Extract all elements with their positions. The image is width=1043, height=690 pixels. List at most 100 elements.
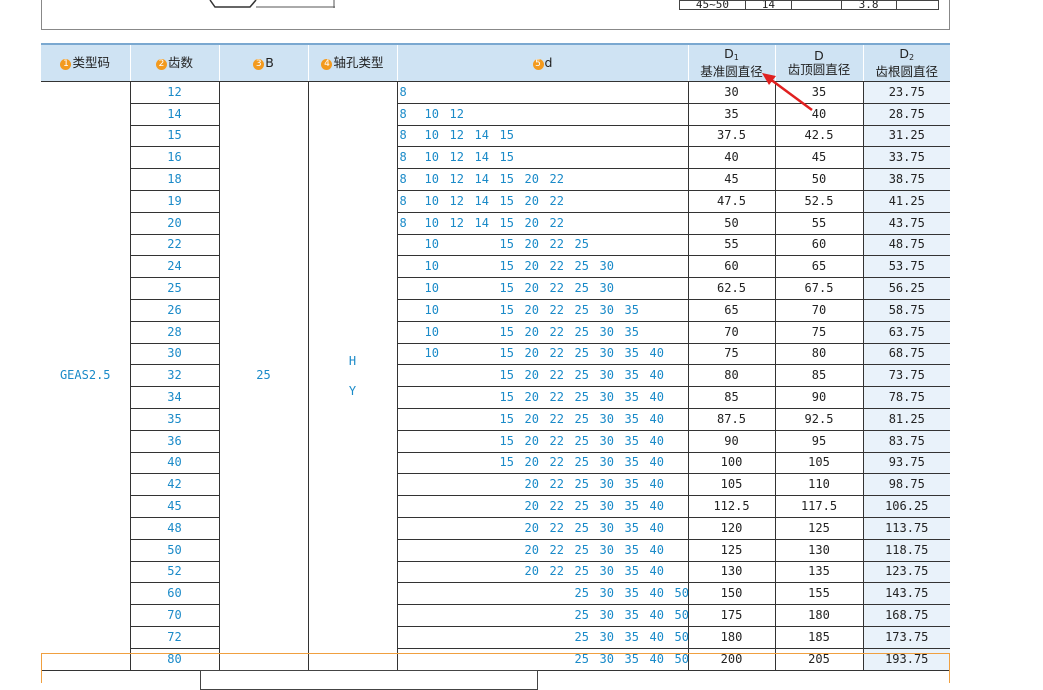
da-cell: 130	[775, 539, 864, 562]
header-df: D2 齿根圆直径	[863, 43, 950, 82]
df-cell: 38.75	[863, 168, 950, 191]
bore-value: 22	[549, 520, 564, 535]
bore-value: 40	[649, 499, 664, 514]
bore-value: 14	[474, 150, 489, 165]
bore-value: 12	[449, 193, 464, 208]
bore-value: 15	[499, 368, 514, 383]
bore-value: 22	[549, 237, 564, 252]
teeth-count-cell: 72	[129, 626, 220, 649]
table-row: 72 25 30 35 40 50 180 185 173.75	[41, 626, 950, 649]
df-cell: 93.75	[863, 452, 950, 475]
da-cell: 92.5	[775, 408, 864, 431]
bore-value: 30	[599, 629, 614, 644]
teeth-count-cell: 45	[129, 495, 220, 518]
bore-value: 35	[624, 411, 639, 426]
bore-options-cell: 8 10 12 14 15	[397, 146, 689, 170]
bore-value: 40	[649, 411, 664, 426]
bore-value: 22	[549, 433, 564, 448]
header-teeth: 2 齿数	[130, 43, 220, 82]
df-cell: 98.75	[863, 473, 950, 497]
bore-value: 40	[649, 520, 664, 535]
bore-value: 22	[549, 455, 564, 470]
gear-drawing-fragment	[209, 0, 335, 8]
bore-value: 25	[574, 390, 589, 405]
bore-value: 20	[524, 172, 539, 187]
bore-value: 20	[524, 411, 539, 426]
bore-value: 22	[549, 346, 564, 361]
bore-options-cell: 10 15 20 22 25 30	[397, 277, 689, 300]
table-row: 19 8 10 12 14 15 20 22 47.5 52.5 41.25	[41, 190, 950, 213]
table-row: 22 10 15 20 22 25 55 60 48.75	[41, 234, 950, 257]
d1-cell: 112.5	[688, 495, 776, 518]
da-cell: 110	[775, 473, 864, 497]
bore-value: 35	[624, 499, 639, 514]
header-label: 齿顶圆直径	[787, 62, 851, 77]
bore-options-cell: 25 30 35 40 50	[397, 582, 689, 606]
header-row: 1 类型码 2 齿数 3B 4 轴孔类型 5d D1 基准圆直径 D 齿顶圆直径 D2 齿根…	[41, 43, 950, 82]
bore-value: 10	[424, 128, 439, 143]
bore-value: 25	[574, 368, 589, 383]
d1-cell: 100	[688, 452, 776, 475]
bore-value: 30	[599, 346, 614, 361]
bore-value: 10	[424, 237, 439, 252]
bore-value: 14	[474, 128, 489, 143]
bore-value: 40	[649, 455, 664, 470]
bore-value: 15	[499, 128, 514, 143]
bore-value: 30	[599, 542, 614, 557]
bore-value: 10	[424, 324, 439, 339]
bore-value: 40	[649, 368, 664, 383]
header-type-code: 1 类型码	[41, 43, 131, 82]
teeth-count-cell: 32	[129, 364, 220, 388]
bore-value: 22	[549, 193, 564, 208]
teeth-count-cell: 15	[129, 125, 220, 148]
teeth-count-cell: 42	[129, 473, 220, 497]
df-cell: 118.75	[863, 539, 950, 562]
bore-value: 30	[599, 455, 614, 470]
bore-options-cell: 20 22 25 30 35 40	[397, 495, 689, 518]
bore-options-cell: 8 10 12	[397, 103, 689, 126]
bore-value: 10	[424, 150, 439, 165]
bore-value: 25	[574, 586, 589, 601]
bore-value: 35	[624, 520, 639, 535]
header-label: 轴孔类型	[333, 55, 384, 70]
bore-value: 15	[499, 433, 514, 448]
table-row: 48 20 22 25 30 35 40 120 125 113.75	[41, 517, 950, 540]
table-row: 35 15 20 22 25 30 35 40 87.5 92.5 81.25	[41, 408, 950, 431]
bore-value: 20	[524, 215, 539, 230]
bore-value: 10	[424, 193, 439, 208]
da-cell: 42.5	[775, 125, 864, 148]
bore-value: 35	[624, 390, 639, 405]
header-symbol: D	[814, 48, 824, 63]
table-row: 42 20 22 25 30 35 40 105 110 98.75	[41, 473, 950, 497]
bore-value: 25	[574, 564, 589, 579]
bore-value: 22	[549, 390, 564, 405]
teeth-count-cell: 12	[129, 81, 220, 104]
bore-value: 35	[624, 302, 639, 317]
bore-value: 25	[574, 455, 589, 470]
table-row: 14 8 10 12 35 40 28.75	[41, 103, 950, 126]
bore-value: 15	[499, 346, 514, 361]
teeth-count-cell: 60	[129, 582, 220, 606]
bore-value: 30	[599, 281, 614, 296]
bore-value: 20	[524, 455, 539, 470]
da-cell: 185	[775, 626, 864, 649]
bore-value: 25	[574, 477, 589, 492]
d1-cell: 50	[688, 212, 776, 235]
bore-value: 12	[449, 215, 464, 230]
bore-value: 30	[599, 564, 614, 579]
df-cell: 81.25	[863, 408, 950, 431]
df-cell: 63.75	[863, 321, 950, 344]
bore-value: 15	[499, 302, 514, 317]
d1-cell: 35	[688, 103, 776, 126]
b-width-cell: 25	[218, 81, 309, 671]
df-cell: 48.75	[863, 234, 950, 257]
d1-cell: 125	[688, 539, 776, 562]
table-row: 32 15 20 22 25 30 35 40 80 85 73.75	[41, 364, 950, 388]
table-row: 26 10 15 20 22 25 30 35 65 70 58.75	[41, 299, 950, 322]
header-symbol: D	[724, 46, 734, 61]
bore-value: 15	[499, 390, 514, 405]
da-cell: 67.5	[775, 277, 864, 300]
header-label: 齿根圆直径	[875, 64, 938, 79]
bore-value: 40	[649, 390, 664, 405]
df-cell: 33.75	[863, 146, 950, 170]
